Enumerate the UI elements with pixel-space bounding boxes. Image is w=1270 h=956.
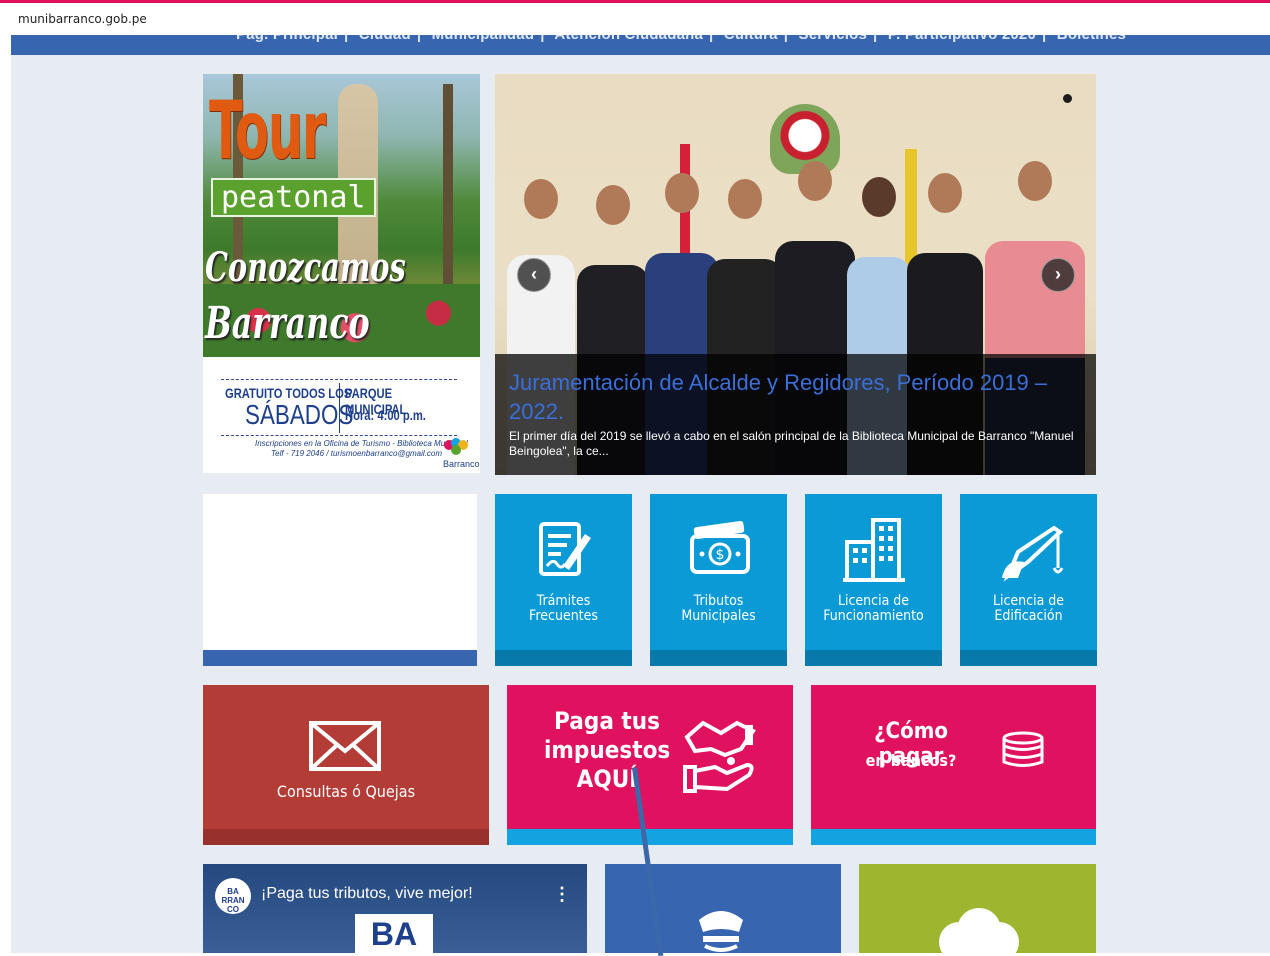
- edificacion-label: Licencia de Edificación: [992, 593, 1065, 624]
- tramites-label: Trámites Frecuentes: [529, 593, 598, 624]
- tree-icon: [939, 908, 1019, 953]
- tramites-frecuentes-tile[interactable]: Trámites Frecuentes: [495, 494, 632, 666]
- tributos-label: Tributos Municipales: [681, 593, 756, 624]
- nav-item-boletines[interactable]: Boletines: [1057, 35, 1126, 43]
- tour-pill: peatonal: [211, 178, 376, 217]
- slider-title[interactable]: Juramentación de Alcalde y Regidores, Pe…: [509, 368, 1089, 426]
- video-thumbnail-logo: BA: [355, 914, 433, 953]
- police-cap-icon: [699, 911, 743, 952]
- slider-caption: Juramentación de Alcalde y Regidores, Pe…: [495, 354, 1096, 475]
- blank-tile[interactable]: [203, 494, 477, 666]
- pagar-bancos-tile[interactable]: ¿Cómo pagar en bancos?: [811, 685, 1096, 845]
- tour-inscripciones: Inscripciones en la Oficina de Turismo -…: [255, 439, 468, 448]
- slider-next-button[interactable]: ›: [1041, 258, 1075, 292]
- main-navigation: Pág. Principal| Ciudad| Municipalidad| A…: [11, 35, 1270, 55]
- tour-hora: Hora: 4:00 p.m.: [345, 407, 426, 423]
- news-slider[interactable]: ‹ › Juramentación de Alcalde y Regidores…: [495, 74, 1096, 475]
- tour-telefono: Telf - 719 2046 / turismoenbarranco@gmai…: [271, 449, 443, 458]
- nav-item-municipalidad[interactable]: Municipalidad: [432, 35, 535, 43]
- nav-item-atencion[interactable]: Atención Ciudadana: [554, 35, 703, 43]
- consultas-quejas-tile[interactable]: Consultas ó Quejas: [203, 685, 489, 845]
- slider-prev-button[interactable]: ‹: [517, 258, 551, 292]
- tour-script-1: Conozcamos: [205, 244, 406, 291]
- nav-item-participativo[interactable]: P. Participativo 2020: [888, 35, 1036, 43]
- building-icon: [843, 518, 905, 582]
- quejas-label: Consultas ó Quejas: [276, 782, 416, 801]
- tour-peatonal-banner[interactable]: Tour peatonal Conozcamos Barranco GRATUI…: [203, 74, 480, 473]
- nav-item-cultura[interactable]: Cultura: [724, 35, 778, 43]
- envelope-icon: [309, 721, 381, 771]
- document-pen-icon: [539, 522, 591, 576]
- svg-text:$: $: [716, 547, 725, 563]
- nav-item-principal[interactable]: Pág. Principal: [236, 35, 338, 43]
- nav-item-servicios[interactable]: Servicios: [799, 35, 868, 43]
- funcionamiento-label: Licencia de Funcionamiento: [823, 593, 924, 624]
- slider-excerpt: El primer día del 2019 se llevó a cabo e…: [509, 429, 1074, 458]
- nav-item-ciudad[interactable]: Ciudad: [359, 35, 411, 43]
- address-url[interactable]: munibarranco.gob.pe: [18, 12, 147, 26]
- paga-impuestos-tile[interactable]: Paga tus impuestos AQUÍ: [507, 685, 793, 845]
- tributos-municipales-tile[interactable]: $ Tributos Municipales: [650, 494, 787, 666]
- address-bar[interactable]: munibarranco.gob.pe: [0, 3, 1270, 35]
- video-title[interactable]: ¡Paga tus tributos, vive mejor!: [261, 885, 473, 903]
- channel-avatar[interactable]: BA RRAN CO: [215, 878, 251, 914]
- paga-title: Paga tus impuestos AQUÍ: [544, 707, 671, 793]
- tour-title: Tour: [209, 84, 326, 177]
- tour-script-2: Barranco: [205, 298, 370, 349]
- tour-info-panel: GRATUITO TODOS LOS SÁBADOS PARQUE MUNICI…: [203, 357, 480, 473]
- video-embed[interactable]: BA RRAN CO ¡Paga tus tributos, vive mejo…: [203, 864, 587, 953]
- video-more-icon[interactable]: ⋮: [553, 884, 571, 905]
- barranco-logo-icon: Barranco: [439, 437, 480, 471]
- tour-sabados: SÁBADOS: [245, 399, 354, 430]
- licencia-edificacion-tile[interactable]: Licencia de Edificación: [960, 494, 1097, 666]
- crane-icon: [1002, 525, 1064, 582]
- barranco-logo-label: Barranco: [443, 459, 480, 469]
- money-icon: $: [690, 520, 750, 574]
- banco-subtitle: en bancos?: [865, 751, 957, 770]
- coins-icon: [1002, 731, 1044, 767]
- nav-links: Pág. Principal| Ciudad| Municipalidad| A…: [236, 35, 1132, 43]
- slider-indicator-dot[interactable]: [1063, 94, 1072, 103]
- handshake-icon: [683, 720, 756, 793]
- licencia-funcionamiento-tile[interactable]: Licencia de Funcionamiento: [805, 494, 942, 666]
